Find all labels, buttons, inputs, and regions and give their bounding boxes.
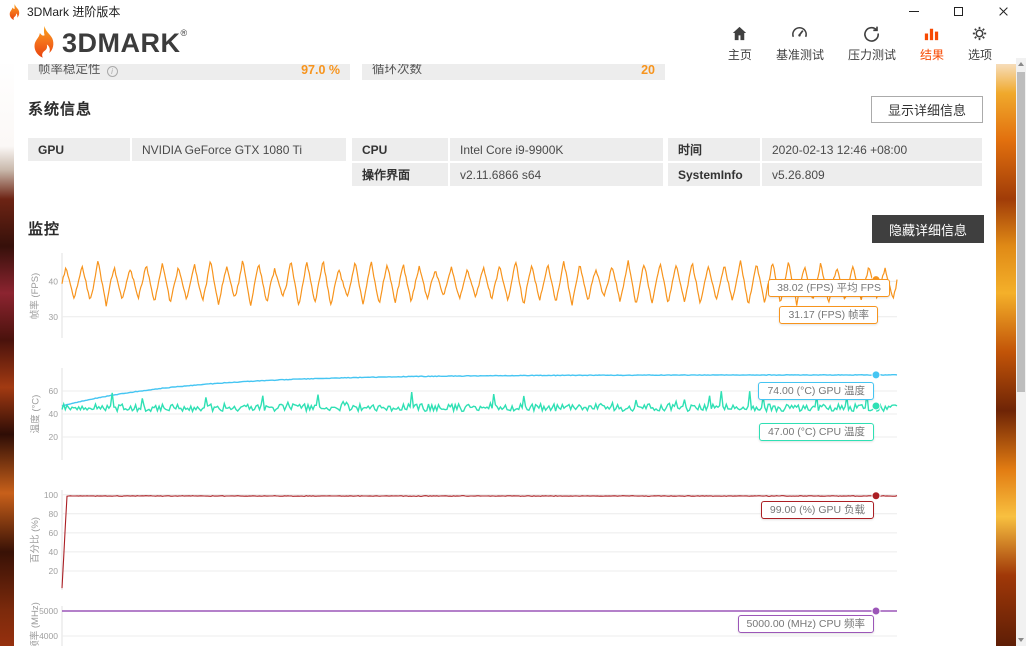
series-end-marker bbox=[872, 402, 880, 410]
logo-flame-icon bbox=[28, 26, 58, 60]
results-page-content: 帧率稳定性 i 97.0 % 循环次数 20 系统信息 显示详细信息 GPU N… bbox=[14, 58, 996, 646]
gauge-icon bbox=[790, 24, 809, 43]
vertical-scrollbar[interactable] bbox=[1016, 58, 1026, 646]
nav-item-results[interactable]: 结果 bbox=[920, 24, 944, 63]
series-end-marker bbox=[872, 492, 880, 500]
info-icon: i bbox=[107, 66, 118, 77]
chart-annotation: 5000.00 (MHz) CPU 频率 bbox=[738, 615, 874, 633]
chart-annotation: 74.00 (°C) GPU 温度 bbox=[758, 382, 874, 400]
svg-text:60: 60 bbox=[49, 528, 59, 538]
info-label-systeminfo: SystemInfo bbox=[668, 163, 760, 186]
nav-item-options[interactable]: 选项 bbox=[968, 24, 992, 63]
svg-text:40: 40 bbox=[49, 276, 59, 286]
svg-text:100: 100 bbox=[44, 490, 58, 500]
info-value-ui: v2.11.6866 s64 bbox=[450, 163, 663, 186]
svg-text:80: 80 bbox=[49, 509, 59, 519]
minimize-button[interactable] bbox=[891, 0, 936, 22]
info-value-systeminfo: v5.26.809 bbox=[762, 163, 982, 186]
app-header: 3DMARK ® 主页 基准测试 压力测试 结果 选 bbox=[0, 22, 1026, 64]
cpu-frequency-chart: 频率 (MHz) 500040005000.00 (MHz) CPU 频率 bbox=[14, 606, 999, 646]
series-end-marker bbox=[872, 607, 880, 615]
bars-icon bbox=[922, 24, 941, 43]
scroll-down-arrow[interactable] bbox=[1016, 634, 1026, 646]
svg-text:20: 20 bbox=[49, 432, 59, 442]
3dmark-logo: 3DMARK ® bbox=[28, 26, 187, 60]
titlebar: 3DMark 进阶版本 bbox=[0, 0, 1026, 22]
chart-annotation: 99.00 (%) GPU 负载 bbox=[761, 501, 874, 519]
window-controls bbox=[891, 0, 1026, 22]
setting-value: 20 bbox=[641, 63, 655, 77]
scroll-up-arrow[interactable] bbox=[1016, 58, 1026, 70]
svg-text:20: 20 bbox=[49, 566, 59, 576]
logo-text: 3DMARK bbox=[62, 26, 181, 60]
setting-value: 97.0 % bbox=[301, 63, 340, 77]
info-label-cpu: CPU bbox=[352, 138, 448, 161]
close-button[interactable] bbox=[981, 0, 1026, 22]
logo-registered-mark: ® bbox=[181, 28, 188, 38]
info-label-gpu: GPU bbox=[28, 138, 130, 161]
info-label-time: 时间 bbox=[668, 138, 760, 161]
gear-icon bbox=[970, 24, 989, 43]
nav-item-stress-tests[interactable]: 压力测试 bbox=[848, 24, 896, 63]
maximize-button[interactable] bbox=[936, 0, 981, 22]
chart-annotation: 47.00 (°C) CPU 温度 bbox=[759, 423, 874, 441]
fps-chart: 帧率 (FPS) 403038.02 (FPS) 平均 FPS31.17 (FP… bbox=[14, 253, 999, 338]
svg-text:30: 30 bbox=[49, 312, 59, 322]
svg-text:60: 60 bbox=[49, 386, 59, 396]
monitoring-title: 监控 bbox=[28, 218, 60, 239]
temperature-chart: 温度 (°C) 60402074.00 (°C) GPU 温度47.00 (°C… bbox=[14, 368, 999, 460]
nav-label: 主页 bbox=[728, 46, 752, 63]
svg-text:4000: 4000 bbox=[39, 631, 58, 641]
chart-annotation: 38.02 (FPS) 平均 FPS bbox=[768, 279, 890, 297]
app-flame-icon bbox=[7, 4, 21, 18]
main-nav: 主页 基准测试 压力测试 结果 选项 bbox=[728, 24, 992, 63]
info-value-gpu: NVIDIA GeForce GTX 1080 Ti bbox=[132, 138, 346, 161]
svg-text:40: 40 bbox=[49, 547, 59, 557]
info-value-time: 2020-02-13 12:46 +08:00 bbox=[762, 138, 982, 161]
nav-label: 压力测试 bbox=[848, 46, 896, 63]
scrollbar-thumb[interactable] bbox=[1017, 72, 1025, 392]
chart-annotation: 31.17 (FPS) 帧率 bbox=[779, 306, 878, 324]
info-label-ui: 操作界面 bbox=[352, 163, 448, 186]
window-title: 3DMark 进阶版本 bbox=[27, 3, 120, 20]
info-value-cpu: Intel Core i9-9900K bbox=[450, 138, 663, 161]
svg-text:5000: 5000 bbox=[39, 606, 58, 616]
nav-label: 选项 bbox=[968, 46, 992, 63]
system-info-title: 系统信息 bbox=[28, 98, 92, 119]
background-art-right bbox=[996, 58, 1016, 646]
series-end-marker bbox=[872, 371, 880, 379]
svg-text:40: 40 bbox=[49, 409, 59, 419]
background-art-left bbox=[0, 58, 14, 646]
loop-icon bbox=[862, 24, 881, 43]
show-details-button[interactable]: 显示详细信息 bbox=[871, 96, 983, 123]
nav-item-benchmarks[interactable]: 基准测试 bbox=[776, 24, 824, 63]
nav-label: 结果 bbox=[920, 46, 944, 63]
home-icon bbox=[730, 24, 749, 43]
hide-details-button[interactable]: 隐藏详细信息 bbox=[872, 215, 984, 243]
load-percent-chart: 百分比 (%) 1008060402099.00 (%) GPU 负载 bbox=[14, 490, 999, 590]
nav-item-home[interactable]: 主页 bbox=[728, 24, 752, 63]
nav-label: 基准测试 bbox=[776, 46, 824, 63]
